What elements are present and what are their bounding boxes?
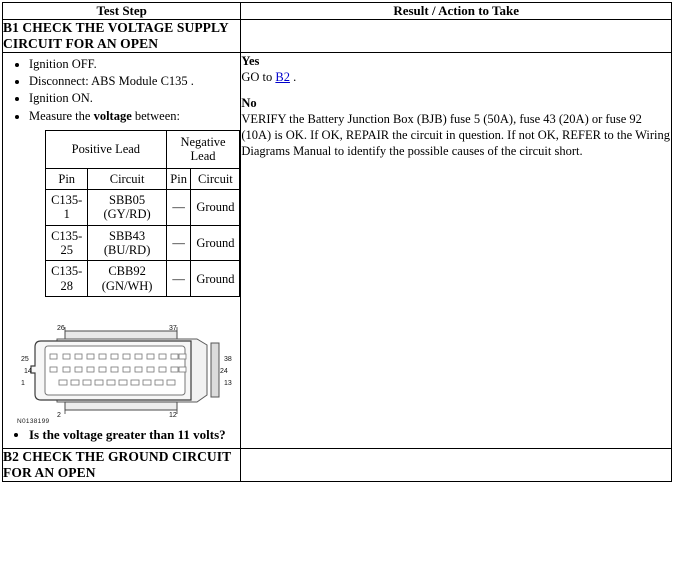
circuit-code: CBB92 <box>108 264 146 279</box>
pin-label-left-mid: 14 <box>24 368 32 375</box>
pin-label-right-lower: 13 <box>224 380 232 387</box>
cell-circuit: SBB05 (GY/RD) <box>87 188 167 226</box>
result-yes-text: GO to B2 . <box>241 69 671 85</box>
connector-part-number: N0138199 <box>17 418 50 426</box>
cell-pin: C135-25 <box>44 224 89 262</box>
lead-measurement-table: Positive Lead Negative Lead Pin Circuit … <box>44 129 241 298</box>
circuit-color: (BU/RD) <box>103 243 151 258</box>
result-yes-label: Yes <box>241 53 260 68</box>
pin-label-bottom-right: 12 <box>169 412 177 417</box>
b2-title-row: B2 CHECK THE GROUND CIRCUIT FOR AN OPEN <box>1 448 672 482</box>
cell-neg-circuit: Ground <box>190 260 241 298</box>
table-row: C135-25 SBB43 (BU/RD) — Ground <box>44 224 241 262</box>
step-item-ignition-off: Ignition OFF. <box>29 56 240 72</box>
link-b2[interactable]: B2 <box>275 70 290 84</box>
pin-label-top-left: 26 <box>57 325 65 332</box>
result-no-label: No <box>241 95 257 110</box>
goto-prefix: GO to <box>241 69 276 84</box>
cell-neg-circuit: Ground <box>190 188 241 226</box>
col-header-neg-circuit: Circuit <box>190 167 241 190</box>
step-item-measure: Measure the voltage between: <box>29 108 240 124</box>
cell-pin: C135-28 <box>44 260 89 298</box>
lead-column-header-row: Pin Circuit Pin Circuit <box>44 167 241 190</box>
pin-label-right-mid: 24 <box>220 368 228 375</box>
step-item-disconnect: Disconnect: ABS Module C135 . <box>29 73 240 89</box>
lead-group-header-row: Positive Lead Negative Lead <box>45 129 241 169</box>
pin-label-top-right: 37 <box>169 325 177 332</box>
group-positive-lead: Positive Lead <box>45 129 167 169</box>
table-row: C135-1 SBB05 (GY/RD) — Ground <box>44 188 241 226</box>
pin-label-left-upper: 25 <box>21 356 29 363</box>
cell-pin: C135-1 <box>44 188 89 226</box>
b2-title-result-blank <box>240 448 672 482</box>
step-item-ignition-on: Ignition ON. <box>29 90 240 106</box>
b1-step-list: Ignition OFF. Disconnect: ABS Module C13… <box>3 56 240 124</box>
result-no-text: VERIFY the Battery Junction Box (BJB) fu… <box>241 111 670 158</box>
b1-body-row: Ignition OFF. Disconnect: ABS Module C13… <box>1 51 672 450</box>
col-header-neg-pin: Pin <box>165 167 192 190</box>
b1-question-list: Is the voltage greater than 11 volts? <box>3 427 240 444</box>
header-test-step: Test Step <box>1 2 242 20</box>
measure-prefix: Measure the <box>29 108 94 123</box>
connector-diagram: 26 37 2 12 25 14 1 38 24 13 <box>21 325 237 417</box>
cell-neg-pin: — <box>165 260 192 298</box>
pin-label-left-lower: 1 <box>21 380 25 387</box>
cell-neg-circuit: Ground <box>190 224 241 262</box>
cell-neg-pin: — <box>165 224 192 262</box>
circuit-code: SBB43 <box>109 228 146 243</box>
b1-question-text: Is the voltage greater than 11 volts? <box>29 427 240 444</box>
circuit-color: (GN/WH) <box>101 278 153 293</box>
connector-c135-illustration: 26 37 2 12 25 14 1 38 24 13 <box>21 325 232 417</box>
cell-neg-pin: — <box>165 188 192 226</box>
b1-step-cell: Ignition OFF. Disconnect: ABS Module C13… <box>1 51 242 450</box>
measure-keyword: voltage <box>93 108 132 123</box>
b1-section-title: B1 CHECK THE VOLTAGE SUPPLY CIRCUIT FOR … <box>1 19 242 53</box>
circuit-code: SBB05 <box>109 192 146 207</box>
table-row: C135-28 CBB92 (GN/WH) — Ground <box>44 260 241 298</box>
pin-label-right-upper: 38 <box>224 356 232 363</box>
b2-section-title: B2 CHECK THE GROUND CIRCUIT FOR AN OPEN <box>1 448 242 482</box>
goto-suffix: . <box>289 69 297 84</box>
diagnostic-page: Test Step Result / Action to Take B1 CHE… <box>0 2 674 562</box>
pin-label-bottom-left: 2 <box>57 412 61 417</box>
col-header-pin: Pin <box>44 167 89 190</box>
table-header-row: Test Step Result / Action to Take <box>1 2 672 20</box>
measure-suffix: between: <box>131 108 180 123</box>
col-header-circuit: Circuit <box>87 167 167 190</box>
cell-circuit: SBB43 (BU/RD) <box>87 224 167 262</box>
b1-title-row: B1 CHECK THE VOLTAGE SUPPLY CIRCUIT FOR … <box>1 19 672 53</box>
header-result-action: Result / Action to Take <box>240 2 672 20</box>
cell-circuit: CBB92 (GN/WH) <box>87 260 167 298</box>
circuit-color: (GY/RD) <box>103 207 151 222</box>
group-negative-lead: Negative Lead <box>165 129 241 169</box>
b1-title-result-blank <box>240 19 672 53</box>
b1-result-cell: Yes GO to B2 . No VERIFY the Battery Jun… <box>240 51 672 450</box>
diagnostic-table: Test Step Result / Action to Take B1 CHE… <box>1 2 672 482</box>
